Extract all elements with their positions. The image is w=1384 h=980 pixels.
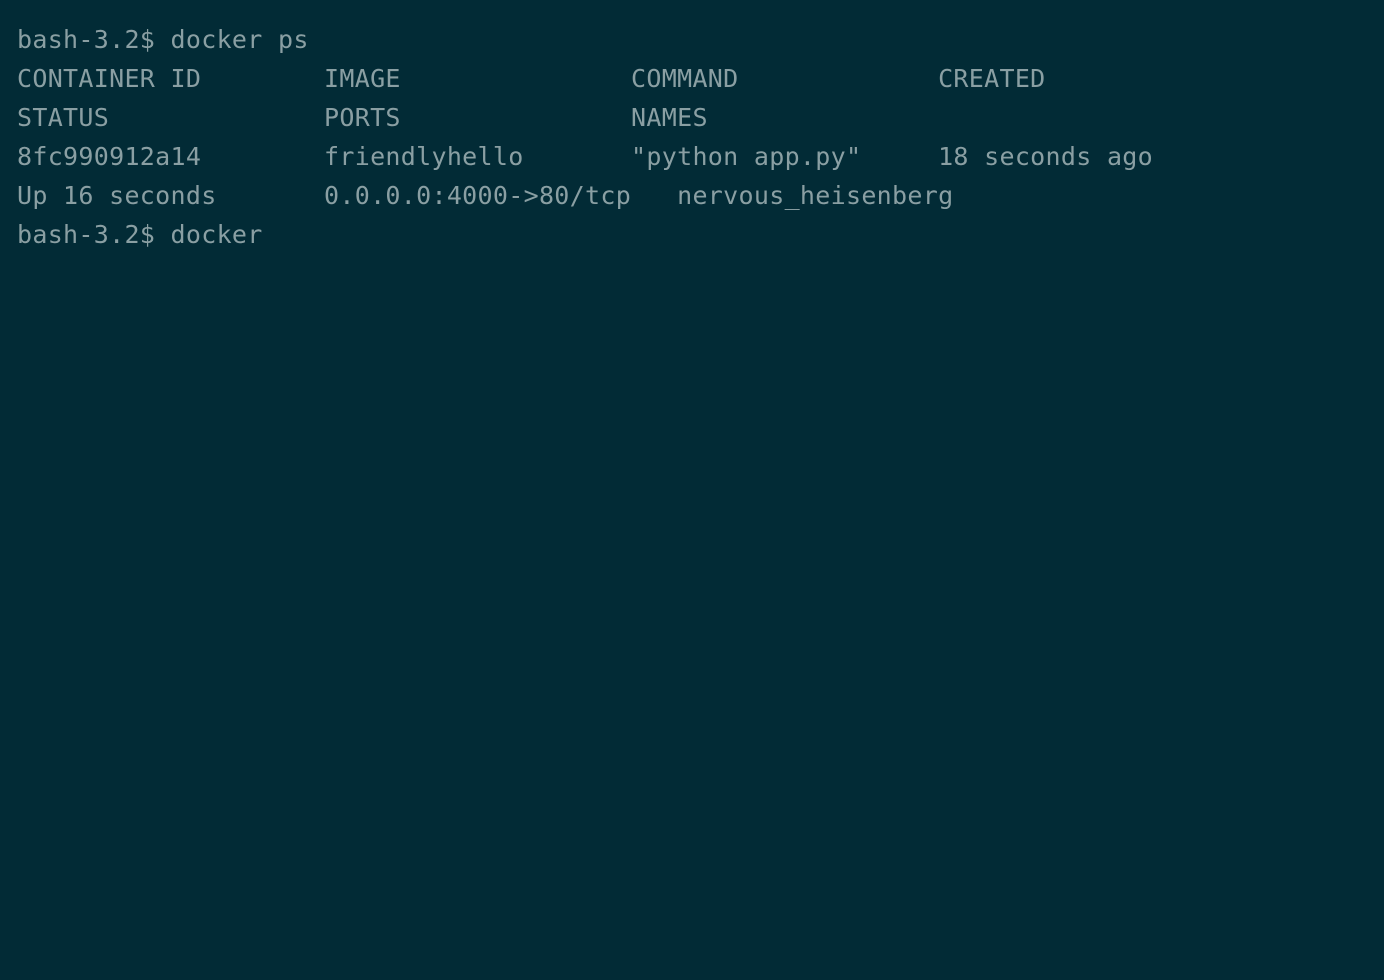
terminal-line-command: bash-3.2$ docker ps bbox=[17, 25, 309, 54]
terminal-line-container-row-1: 8fc990912a14 friendlyhello "python app.p… bbox=[17, 142, 1153, 171]
terminal-line-header-2: STATUS PORTS NAMES bbox=[17, 103, 708, 132]
terminal-window[interactable]: bash-3.2$ docker ps CONTAINER ID IMAGE C… bbox=[0, 0, 1384, 980]
terminal-screen[interactable]: bash-3.2$ docker ps CONTAINER ID IMAGE C… bbox=[17, 20, 1384, 980]
terminal-line-header-1: CONTAINER ID IMAGE COMMAND CREATED bbox=[17, 64, 1046, 93]
terminal-line-prompt-pending: bash-3.2$ docker bbox=[17, 220, 263, 249]
terminal-line-container-row-2: Up 16 seconds 0.0.0.0:4000->80/tcp nervo… bbox=[17, 181, 954, 210]
